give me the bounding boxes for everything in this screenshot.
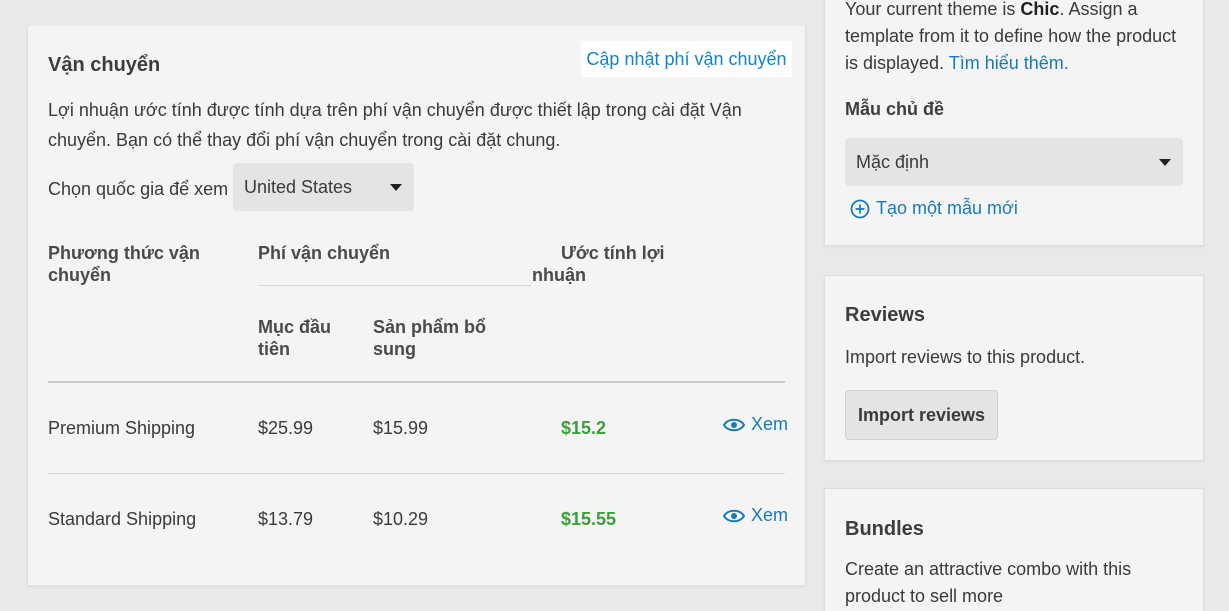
- header-fee: Phí vận chuyển: [258, 243, 391, 263]
- row1-additional-fee: $15.99: [373, 418, 429, 438]
- header-profit: Ước tính lợi nhuận: [532, 243, 665, 285]
- row2-view-button[interactable]: Xem: [723, 505, 788, 526]
- row1-first-fee: $25.99: [258, 418, 314, 438]
- theme-template-card: Your current theme is Chic. Assign a tem…: [824, 0, 1204, 246]
- template-label: Mẫu chủ đề: [845, 99, 945, 119]
- bundles-title: Bundles: [845, 518, 924, 540]
- country-select-value: United States: [244, 176, 353, 197]
- create-template-link[interactable]: Tạo một mẫu mới: [850, 198, 1018, 219]
- plus-circle-icon: [850, 199, 870, 218]
- reviews-title: Reviews: [845, 304, 926, 326]
- row1-profit: $15.2: [561, 418, 607, 438]
- shipping-title: Vận chuyển: [48, 54, 161, 76]
- country-label: Chọn quốc gia để xem: [48, 179, 229, 199]
- template-select-value: Mặc định: [856, 151, 930, 172]
- shipping-description-line1: Lợi nhuận ước tính được tính dựa trên ph…: [48, 100, 742, 120]
- chevron-down-icon: [390, 184, 402, 191]
- row2-view-label: Xem: [751, 505, 789, 525]
- bundles-description: Create an attractive combo with this pro…: [845, 559, 1132, 606]
- fee-header-divider: [258, 285, 531, 286]
- row1-method: Premium Shipping: [48, 418, 196, 438]
- reviews-description: Import reviews to this product.: [845, 347, 1086, 367]
- chevron-down-icon: [1159, 159, 1171, 166]
- reviews-card: Reviews Import reviews to this product. …: [824, 275, 1204, 461]
- header-additional-item: Sản phẩm bổ sung: [373, 317, 487, 359]
- eye-icon: [723, 418, 745, 431]
- update-shipping-fee-link[interactable]: Cập nhật phí vận chuyển: [581, 41, 792, 77]
- header-first-item: Mục đầu tiên: [258, 317, 332, 359]
- import-reviews-button[interactable]: Import reviews: [845, 390, 998, 440]
- row2-first-fee: $13.79: [258, 509, 314, 529]
- row2-method: Standard Shipping: [48, 509, 197, 529]
- eye-icon: [723, 509, 745, 522]
- row1-view-label: Xem: [751, 414, 789, 434]
- create-template-label: Tạo một mẫu mới: [876, 198, 1018, 218]
- row2-additional-fee: $10.29: [373, 509, 429, 529]
- bundles-card: Bundles Create an attractive combo with …: [824, 488, 1204, 611]
- theme-description: Your current theme is Chic. Assign a tem…: [845, 0, 1177, 73]
- row2-profit: $15.55: [561, 509, 617, 529]
- country-select[interactable]: United States: [233, 163, 414, 211]
- shipping-description-line2: chuyển. Bạn có thể thay đổi phí vận chuy…: [48, 130, 561, 150]
- row-divider: [48, 473, 785, 474]
- shipping-card: Vận chuyển Cập nhật phí vận chuyển Lợi n…: [27, 26, 806, 586]
- table-header-divider: [48, 381, 785, 383]
- learn-more-link[interactable]: Tìm hiểu thêm.: [949, 53, 1069, 73]
- header-method: Phương thức vận chuyển: [48, 243, 200, 285]
- row1-view-button[interactable]: Xem: [723, 414, 788, 435]
- template-select[interactable]: Mặc định: [845, 138, 1183, 186]
